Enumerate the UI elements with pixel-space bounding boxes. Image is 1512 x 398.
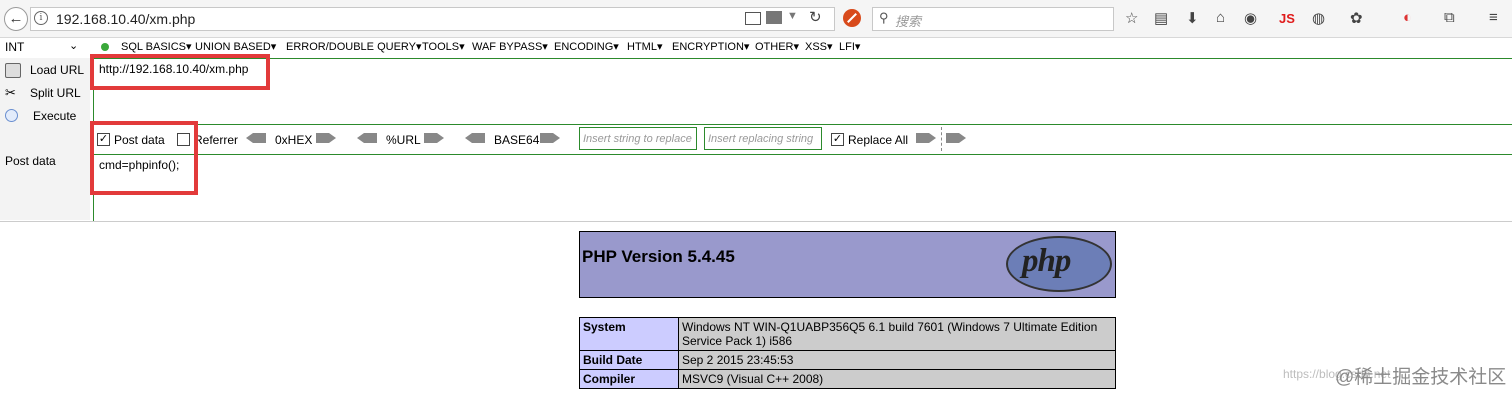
table-key: Compiler bbox=[579, 369, 679, 389]
post-data-label: Post data bbox=[5, 154, 56, 168]
menu-union-based[interactable]: UNION BASED▾ bbox=[195, 40, 276, 53]
menu-lfi[interactable]: LFI▾ bbox=[839, 40, 860, 53]
execute-button[interactable]: Execute bbox=[0, 106, 88, 126]
tool-divider bbox=[941, 127, 943, 151]
js-badge-icon[interactable]: JS bbox=[1279, 11, 1295, 26]
menu-encryption[interactable]: ENCRYPTION▾ bbox=[672, 40, 749, 53]
table-value: Windows NT WIN-Q1UABP356Q5 6.1 build 760… bbox=[678, 317, 1116, 351]
split-url-button[interactable]: ✂ Split URL bbox=[0, 83, 88, 103]
type-select[interactable]: INT bbox=[5, 40, 24, 54]
reader-view-icon[interactable] bbox=[745, 12, 761, 25]
menu-other[interactable]: OTHER▾ bbox=[755, 40, 799, 53]
url-encode-label: %URL bbox=[386, 133, 421, 147]
watermark-text: @稀土掘金技术社区 bbox=[1335, 367, 1507, 388]
menu-html[interactable]: HTML▾ bbox=[627, 40, 662, 53]
home-icon[interactable]: ⌂ bbox=[1216, 9, 1225, 26]
base64-label: BASE64 bbox=[494, 133, 540, 147]
php-version-title: PHP Version 5.4.45 bbox=[582, 247, 735, 266]
back-button[interactable]: ← bbox=[4, 7, 28, 31]
security-addon-icon[interactable]: ◐ bbox=[1403, 9, 1412, 26]
hex-label: 0xHEX bbox=[275, 133, 313, 147]
menu-icon[interactable]: ≡ bbox=[1489, 9, 1498, 26]
bookmark-star-icon[interactable]: ☆ bbox=[1125, 9, 1138, 27]
status-dot-icon bbox=[101, 43, 109, 51]
menu-waf-bypass[interactable]: WAF BYPASS▾ bbox=[472, 40, 548, 53]
table-row: System Windows NT WIN-Q1UABP356Q5 6.1 bu… bbox=[579, 317, 1116, 351]
load-url-button[interactable]: Load URL bbox=[0, 60, 88, 80]
tabs-icon[interactable]: ⧉ bbox=[1444, 9, 1455, 26]
translate-icon[interactable]: ◍ bbox=[1312, 9, 1325, 27]
table-value: MSVC9 (Visual C++ 2008) bbox=[678, 369, 1116, 389]
menu-tools[interactable]: TOOLS▾ bbox=[422, 40, 465, 53]
table-value: Sep 2 2015 23:45:53 bbox=[678, 350, 1116, 370]
noscript-icon[interactable] bbox=[843, 9, 861, 27]
page-actions-icon[interactable] bbox=[766, 11, 782, 24]
downloads-icon[interactable]: ⬇ bbox=[1186, 9, 1199, 27]
php-logo-text: php bbox=[1022, 243, 1071, 279]
phpinfo-table: System Windows NT WIN-Q1UABP356Q5 6.1 bu… bbox=[579, 317, 1116, 389]
table-row: Build Date Sep 2 2015 23:45:53 bbox=[579, 350, 1116, 370]
replace-string-input[interactable]: Insert string to replace bbox=[579, 127, 697, 150]
address-bar-url[interactable]: 192.168.10.40/xm.php bbox=[56, 11, 195, 27]
bookmarks-library-icon[interactable]: ▤ bbox=[1154, 9, 1168, 27]
load-url-icon bbox=[5, 63, 21, 78]
table-key: System bbox=[579, 317, 679, 351]
scissors-icon: ✂ bbox=[5, 85, 16, 100]
highlight-box-url bbox=[90, 54, 270, 90]
highlight-box-post-data bbox=[90, 121, 198, 195]
execute-label: Execute bbox=[33, 109, 77, 123]
menu-error-double-query[interactable]: ERROR/DOUBLE QUERY▾ bbox=[286, 40, 422, 53]
referrer-checkbox-label: Referrer bbox=[194, 133, 239, 147]
menu-sql-basics[interactable]: SQL BASICS▾ bbox=[121, 40, 192, 53]
info-icon[interactable]: i bbox=[34, 11, 48, 25]
hackbar-divider bbox=[0, 221, 1512, 222]
menu-encoding[interactable]: ENCODING▾ bbox=[554, 40, 619, 53]
table-row: Compiler MSVC9 (Visual C++ 2008) bbox=[579, 369, 1116, 389]
reload-icon[interactable]: ↻ bbox=[809, 8, 822, 26]
chevron-down-icon[interactable]: ⌄ bbox=[69, 39, 78, 52]
chevron-down-icon[interactable]: ▼ bbox=[787, 10, 798, 22]
split-url-label: Split URL bbox=[30, 86, 81, 100]
palette-icon[interactable]: ✿ bbox=[1350, 9, 1363, 27]
load-url-label: Load URL bbox=[30, 63, 85, 77]
replace-all-label: Replace All bbox=[848, 133, 909, 147]
replace-all-checkbox[interactable]: ✓ bbox=[831, 133, 844, 146]
addon-icon[interactable]: ◉ bbox=[1244, 9, 1257, 27]
search-icon: ⚲ bbox=[879, 10, 889, 25]
search-placeholder: 搜索 bbox=[895, 14, 922, 29]
url-textarea[interactable] bbox=[93, 58, 1512, 125]
post-data-textarea[interactable] bbox=[93, 154, 1512, 222]
table-key: Build Date bbox=[579, 350, 679, 370]
menu-xss[interactable]: XSS▾ bbox=[805, 40, 833, 53]
play-icon bbox=[5, 109, 18, 122]
replacing-string-input[interactable]: Insert replacing string bbox=[704, 127, 822, 150]
